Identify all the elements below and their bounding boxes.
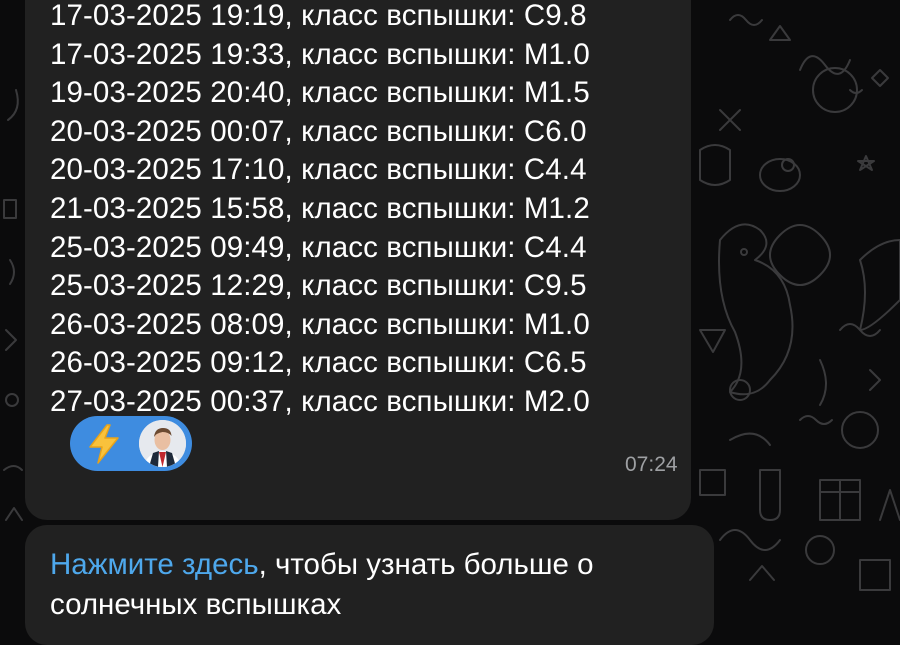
flare-list-item: 26-03-2025 08:09, класс вспышки: M1.0 [50,307,590,341]
avatar [139,420,186,467]
flare-list-item: 20-03-2025 17:10, класс вспышки: C4.4 [50,153,587,187]
flare-list-item: 20-03-2025 00:07, класс вспышки: C6.0 [50,114,587,148]
lightning-bolt-icon [89,424,119,464]
flare-list-item: 27-03-2025 00:37, класс вспышки: M2.0 [50,385,590,418]
info-message: Нажмите здесь, чтобы узнать больше о сол… [25,525,714,645]
flare-list-item: 17-03-2025 19:33, класс вспышки: M1.0 [50,37,590,71]
flare-list-item: 26-03-2025 09:12, класс вспышки: C6.5 [50,346,587,380]
info-message-text: Нажмите здесь, чтобы узнать больше о сол… [50,545,710,625]
more-info-link[interactable]: Нажмите здесь [50,548,259,581]
message-timestamp: 07:24 [625,453,678,476]
flare-list-item: 25-03-2025 09:49, класс вспышки: C4.4 [50,230,587,264]
flare-list-item: 19-03-2025 20:40, класс вспышки: M1.5 [50,76,590,110]
flare-list-message[interactable]: 17-03-2025 19:19, класс вспышки: C9.8 17-… [25,0,691,520]
flare-list-item: 25-03-2025 12:29, класс вспышки: C9.5 [50,269,587,303]
flare-list-item: 21-03-2025 15:58, класс вспышки: M1.2 [50,192,590,225]
flare-list-item: 17-03-2025 19:19, класс вспышки: C9.8 [50,0,587,32]
reaction-pill[interactable] [70,416,192,471]
